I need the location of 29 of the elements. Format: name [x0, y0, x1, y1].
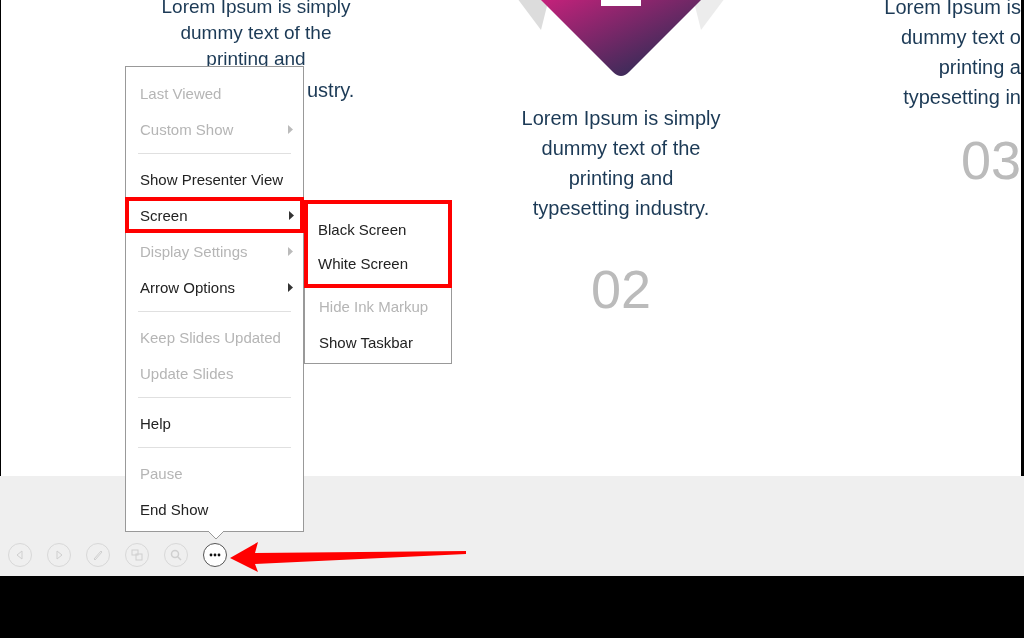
submenu-caret-icon: [288, 282, 293, 292]
menu-item[interactable]: Help: [126, 405, 303, 441]
menu-item[interactable]: Black Screen: [308, 212, 448, 246]
submenu-caret-icon: [288, 124, 293, 134]
menu-item[interactable]: Show Taskbar: [305, 324, 451, 360]
slide-text: Lorem Ipsum is: [884, 0, 1021, 20]
pen-icon: [91, 548, 105, 562]
slide-text: typesetting industry.: [531, 196, 711, 221]
slides-icon: [130, 548, 144, 562]
slide-text: printing and: [567, 166, 675, 191]
menu-item[interactable]: Screen: [125, 197, 304, 233]
slide-number: 03: [960, 130, 1021, 190]
slide-text: dummy text of the: [540, 136, 702, 161]
menu-item[interactable]: Arrow Options: [126, 269, 303, 305]
slide-text: typesetting in: [902, 85, 1021, 110]
more-button[interactable]: [203, 543, 227, 567]
submenu-caret-icon: [289, 210, 294, 220]
slide-text: Lorem Ipsum is simply: [520, 106, 722, 131]
menu-item[interactable]: White Screen: [308, 246, 448, 280]
slide-text: printing a: [937, 55, 1021, 80]
slide-number: 02: [590, 259, 652, 319]
menu-item[interactable]: Show Presenter View: [126, 161, 303, 197]
slide-text: dummy text of the: [179, 21, 333, 45]
zoom-icon: [169, 548, 183, 562]
slide-text: Lorem Ipsum is simply: [160, 0, 352, 19]
slide-text: ustry.: [307, 78, 355, 103]
submenu-caret-icon: [288, 246, 293, 256]
menu-item[interactable]: End Show: [126, 491, 303, 527]
slide-text: dummy text o: [899, 25, 1021, 50]
